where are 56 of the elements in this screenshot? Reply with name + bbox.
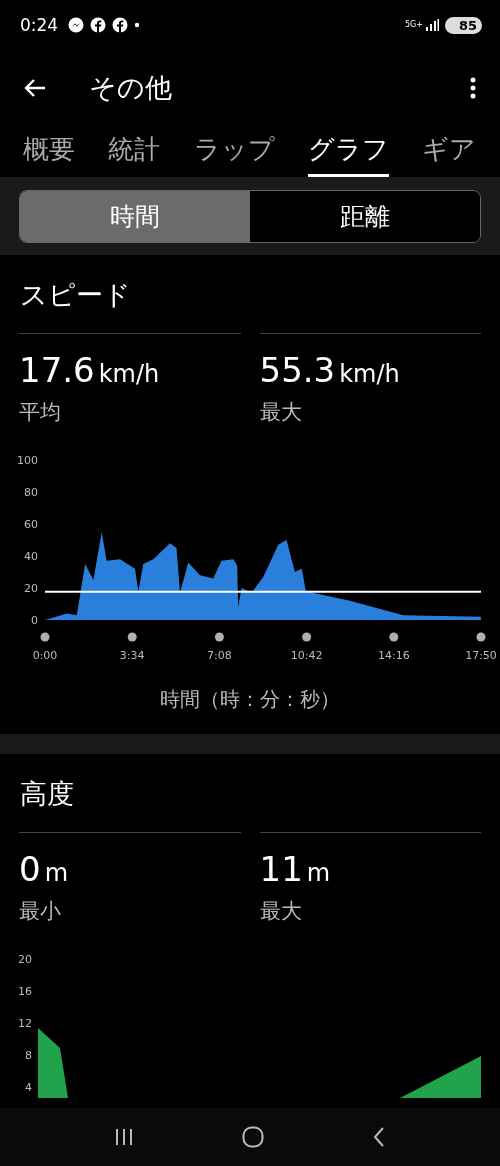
y-axis-label: 80 <box>24 486 38 499</box>
section-title: 高度 <box>19 777 75 811</box>
x-axis-label: 10:42 <box>290 649 323 662</box>
x-tick-dot <box>40 632 50 642</box>
stat-unit: m <box>306 859 331 887</box>
tab[interactable]: 概要 <box>23 125 75 177</box>
y-axis-label: 20 <box>24 582 38 595</box>
y-axis-label: 20 <box>18 953 32 966</box>
home-icon[interactable] <box>242 1126 264 1148</box>
x-tick-dot <box>214 632 224 642</box>
page-title: その他 <box>89 70 172 105</box>
f-logo-icon <box>112 17 129 33</box>
chat-icon <box>68 17 85 33</box>
clock: 0:24 <box>20 15 59 35</box>
tab[interactable]: ラップ <box>193 125 275 177</box>
back-arrow-icon[interactable] <box>23 77 47 98</box>
x-axis-label: 3:34 <box>119 649 145 662</box>
segment-button[interactable]: 時間 <box>20 191 250 242</box>
back-icon[interactable] <box>373 1127 386 1147</box>
x-axis-label: 0:00 <box>32 649 58 662</box>
x-tick-dot <box>389 632 399 642</box>
signal-icon <box>424 19 439 31</box>
x-axis-label: 7:08 <box>207 649 232 662</box>
y-axis-label: 4 <box>25 1081 32 1094</box>
x-axis-title: 時間（時：分：秒） <box>159 686 341 713</box>
tab[interactable]: 統計 <box>108 125 161 177</box>
stat-value: 11 <box>259 849 303 889</box>
y-axis-label: 8 <box>25 1049 32 1062</box>
x-tick-dot <box>302 632 312 642</box>
y-axis-label: 12 <box>18 1017 32 1030</box>
stat-label: 最小 <box>19 898 62 925</box>
stat-label: 最大 <box>259 399 303 426</box>
stat-value: 17.6 <box>19 350 95 390</box>
y-axis-label: 16 <box>18 985 32 998</box>
more-menu-icon[interactable] <box>470 76 476 99</box>
stat-unit: m <box>44 859 69 887</box>
x-tick-dot <box>127 632 137 642</box>
recent-apps-icon[interactable] <box>114 1128 133 1146</box>
stat-unit: km/h <box>339 360 400 388</box>
stat-label: 平均 <box>19 399 62 426</box>
y-axis-label: 0 <box>31 614 38 627</box>
section-title: スピード <box>19 278 132 312</box>
x-axis-label: 14:16 <box>377 649 410 662</box>
stat-label: 最大 <box>259 898 303 925</box>
tab[interactable]: ギア <box>422 125 476 177</box>
y-axis-label: 60 <box>24 518 38 531</box>
x-tick-dot <box>476 632 486 642</box>
battery-indicator: 85 <box>444 16 482 34</box>
stat-unit: km/h <box>98 360 160 388</box>
x-axis-label: 17:50 <box>465 649 497 662</box>
stat-value: 55.3 <box>259 350 336 390</box>
stat-value: 0 <box>19 849 41 889</box>
y-axis-label: 100 <box>17 454 38 467</box>
y-axis-label: 40 <box>24 550 38 563</box>
f-logo-icon <box>90 17 107 33</box>
dot-icon <box>134 22 141 28</box>
